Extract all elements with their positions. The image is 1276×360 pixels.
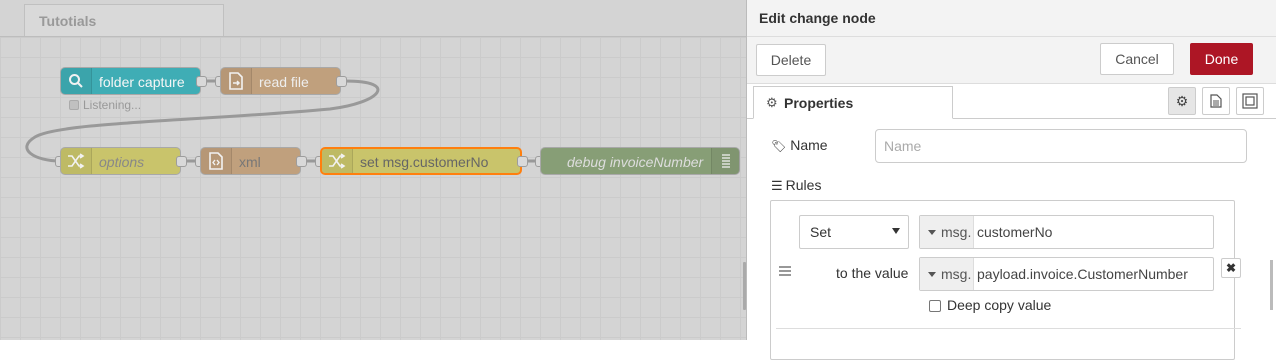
target-type-select[interactable]: msg. <box>920 216 974 248</box>
target-value: customerNo <box>977 224 1053 240</box>
shuffle-icon <box>61 148 92 174</box>
source-type-select[interactable]: msg. <box>920 258 974 290</box>
rule-source-input[interactable]: msg. payload.invoice.CustomerNumber <box>919 257 1214 291</box>
output-port[interactable] <box>196 76 207 87</box>
deep-copy-label: Deep copy value <box>947 297 1052 313</box>
delete-button[interactable]: Delete <box>756 44 826 76</box>
node-label: set msg.customerNo <box>360 154 489 170</box>
node-options[interactable]: options <box>60 147 181 175</box>
node-label: read file <box>259 74 309 90</box>
tab-properties[interactable]: ⚙ Properties <box>753 86 953 119</box>
gear-icon: ⚙ <box>1175 92 1189 109</box>
to-value-label: to the value <box>836 265 909 281</box>
tray-title: Edit change node <box>759 10 876 26</box>
status-dot <box>69 100 79 110</box>
settings-tab-button[interactable]: ⚙ <box>1168 87 1196 115</box>
scrollbar[interactable] <box>1270 260 1273 310</box>
node-label: debug invoiceNumber <box>567 154 704 170</box>
gear-icon: ⚙ <box>766 95 778 110</box>
flow-tab[interactable]: Tutotials <box>24 4 224 36</box>
tray-tabs: ⚙ Properties ⚙ <box>747 84 1276 119</box>
remove-rule-button[interactable]: ✖ <box>1221 258 1241 278</box>
node-status: Listening... <box>69 98 141 112</box>
tab-properties-label: Properties <box>784 95 854 111</box>
list-icon <box>711 148 740 174</box>
search-icon <box>61 68 92 94</box>
output-port[interactable] <box>296 156 307 167</box>
document-icon <box>1210 94 1222 108</box>
tag-icon: 🏷︎ <box>771 139 787 153</box>
deep-copy-checkbox[interactable] <box>929 300 941 312</box>
flow-workspace[interactable]: Tutotials folder capture Listening... re… <box>0 0 746 340</box>
cancel-button[interactable]: Cancel <box>1100 43 1174 75</box>
close-icon: ✖ <box>1225 261 1237 275</box>
node-debug-invoicenumber[interactable]: debug invoiceNumber <box>540 147 740 175</box>
target-type-label: msg. <box>941 224 972 240</box>
source-value: payload.invoice.CustomerNumber <box>977 266 1188 282</box>
rule-divider <box>776 328 1241 329</box>
rule-action-select[interactable]: Set <box>799 215 909 249</box>
chevron-down-icon <box>892 228 900 234</box>
source-type-label: msg. <box>941 266 972 282</box>
node-label: xml <box>239 154 261 170</box>
node-set-msg-customerno[interactable]: set msg.customerNo <box>320 147 522 175</box>
node-label: folder capture <box>99 74 185 90</box>
output-port[interactable] <box>517 156 528 167</box>
caret-down-icon <box>928 272 936 277</box>
description-tab-button[interactable] <box>1202 87 1230 115</box>
name-label: 🏷︎ Name <box>771 137 828 153</box>
drag-handle-icon[interactable] <box>779 263 791 279</box>
rule-action-value: Set <box>810 224 832 240</box>
rules-label: ☰ Rules <box>771 177 822 193</box>
node-read-file[interactable]: read file <box>220 67 341 95</box>
rules-list: Set msg. customerNo to the value msg. pa… <box>770 200 1241 360</box>
tray-header: Edit change node <box>747 0 1276 37</box>
done-button[interactable]: Done <box>1190 43 1253 75</box>
output-port[interactable] <box>336 76 347 87</box>
node-folder-capture[interactable]: folder capture <box>60 67 201 95</box>
workspace-tabbar: Tutotials <box>0 0 746 37</box>
appearance-tab-button[interactable] <box>1236 87 1264 115</box>
file-in-icon <box>221 68 252 94</box>
list-icon: ☰ <box>771 178 783 193</box>
node-label: options <box>99 154 145 170</box>
flow-canvas[interactable]: folder capture Listening... read file op… <box>0 37 746 340</box>
frame-icon <box>1242 93 1258 109</box>
tray-toolbar: Delete Cancel Done <box>747 37 1276 84</box>
file-code-icon <box>201 148 232 174</box>
status-text: Listening... <box>83 98 142 112</box>
node-xml[interactable]: xml <box>200 147 301 175</box>
edit-tray: Edit change node Delete Cancel Done ⚙ Pr… <box>746 0 1276 360</box>
output-port[interactable] <box>176 156 187 167</box>
rule-target-input[interactable]: msg. customerNo <box>919 215 1214 249</box>
name-input[interactable] <box>875 129 1247 163</box>
caret-down-icon <box>928 230 936 235</box>
flow-tab-label: Tutotials <box>39 13 97 29</box>
shuffle-icon <box>322 149 353 173</box>
